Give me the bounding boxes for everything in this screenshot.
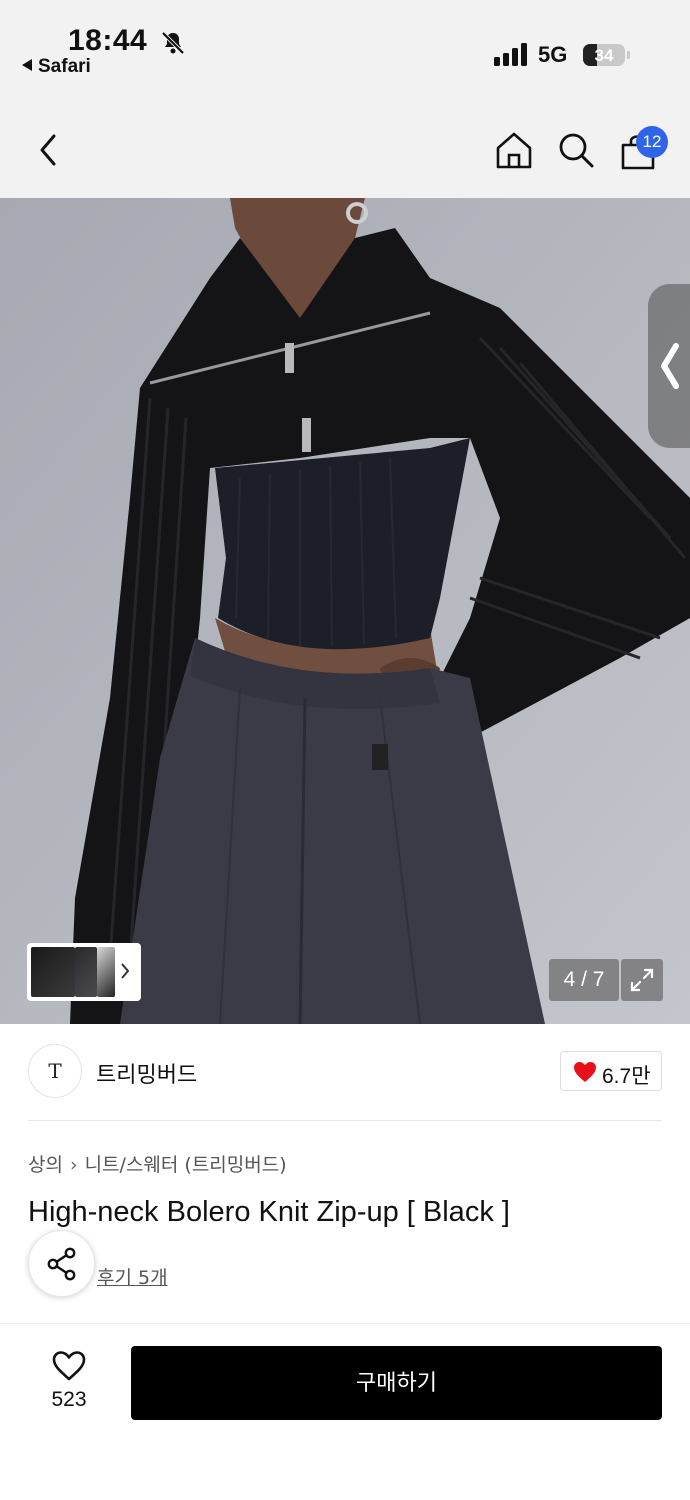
heart-filled-icon: [574, 1062, 596, 1082]
back-app-label: Safari: [38, 56, 91, 77]
status-bar: 18:44 Safari 5G 34: [0, 0, 690, 100]
chevron-left-icon: [661, 343, 679, 389]
thumbnail-image[interactable]: [97, 947, 115, 997]
product-image[interactable]: [0, 198, 690, 1024]
buy-button[interactable]: 구매하기: [131, 1346, 662, 1420]
back-button[interactable]: [30, 130, 66, 170]
breadcrumb-item[interactable]: 니트/스웨터 (트리밍버드): [85, 1154, 287, 1176]
wishlist-button[interactable]: 523: [34, 1346, 104, 1418]
battery-level: 34: [594, 46, 614, 65]
thumbnail-image[interactable]: [31, 947, 75, 997]
product-title: High-neck Bolero Knit Zip-up [ Black ]: [28, 1196, 510, 1228]
breadcrumb-separator-icon: ›: [69, 1154, 78, 1176]
breadcrumb: 상의 › 니트/스웨터 (트리밍버드): [28, 1150, 287, 1177]
chevron-right-icon: [121, 963, 130, 979]
search-icon[interactable]: [556, 130, 596, 170]
wishlist-count: 523: [51, 1388, 87, 1411]
cart-count-badge: 12: [636, 126, 668, 158]
thumbnail-strip[interactable]: [27, 943, 141, 1001]
share-button[interactable]: [28, 1230, 95, 1297]
top-nav-bar: [0, 100, 690, 198]
status-time: 18:44: [68, 24, 148, 57]
image-counter: 4 / 7: [549, 959, 619, 1001]
brand-logo[interactable]: T: [28, 1044, 82, 1098]
breadcrumb-item[interactable]: 상의: [28, 1154, 63, 1176]
bell-muted-icon: [161, 31, 185, 55]
network-type: 5G: [538, 42, 568, 67]
heart-outline-icon: [52, 1351, 86, 1381]
cellular-signal-icon: [494, 42, 530, 66]
battery-icon: 34: [583, 44, 630, 66]
divider: [28, 1120, 662, 1121]
brand-like-count: 6.7만: [602, 1065, 651, 1088]
back-to-app-link[interactable]: Safari: [22, 56, 91, 78]
product-photo: [0, 198, 690, 1024]
brand-name[interactable]: 트리밍버드: [96, 1057, 197, 1089]
expand-button[interactable]: [621, 959, 663, 1001]
side-panel-handle[interactable]: [648, 284, 690, 448]
brand-like-button[interactable]: 6.7만: [560, 1051, 662, 1091]
home-icon[interactable]: [494, 130, 534, 170]
back-triangle-icon: [22, 59, 32, 71]
divider: [0, 1323, 690, 1324]
share-icon: [47, 1247, 76, 1281]
brand-logo-text: T: [48, 1059, 62, 1083]
reviews-link[interactable]: 후기 5개: [97, 1263, 168, 1290]
expand-icon: [630, 968, 654, 992]
thumbnail-image[interactable]: [75, 947, 97, 997]
